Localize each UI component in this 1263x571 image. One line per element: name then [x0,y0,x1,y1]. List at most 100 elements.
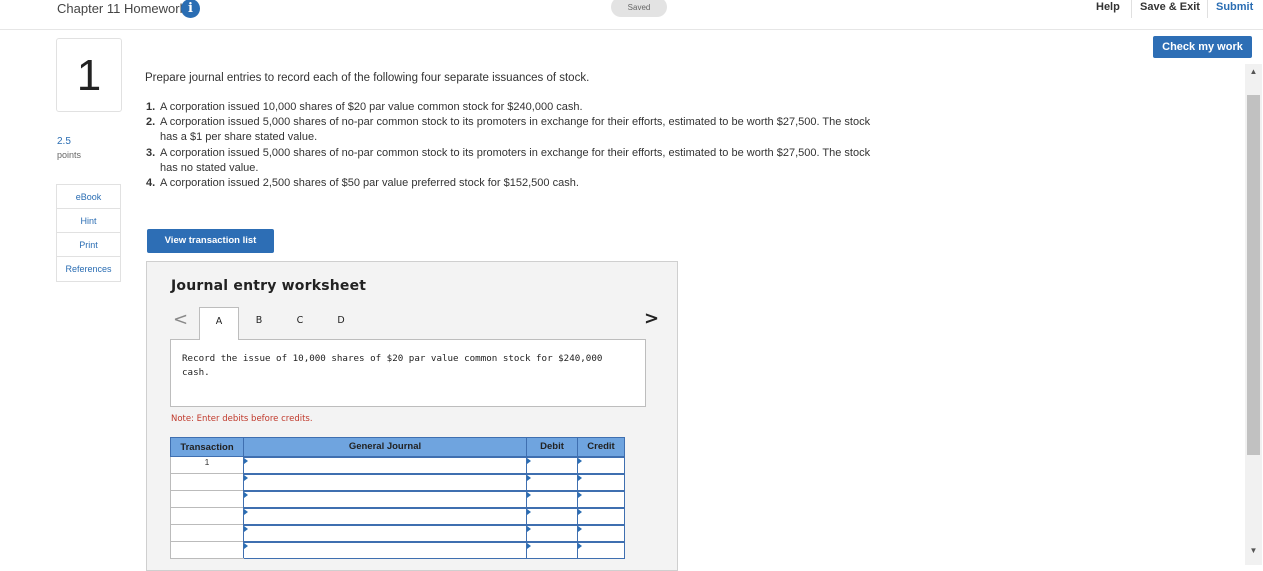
credit-cell[interactable] [577,455,625,474]
transaction-cell [170,490,244,508]
cell-marker-icon [527,491,531,498]
cell-marker-icon [578,525,582,532]
worksheet-note: Note: Enter debits before credits. [171,414,313,424]
item-text: A corporation issued 5,000 shares of no-… [160,116,871,144]
cell-marker-icon [244,508,248,515]
cell-marker-icon [578,474,582,481]
divider [1207,0,1208,18]
item-text: A corporation issued 2,500 shares of $50… [160,177,579,190]
scrollbar-thumb[interactable] [1247,95,1260,455]
assignment-title: Chapter 11 Homework [57,1,187,16]
page-scrollbar[interactable]: ▲ ▼ [1245,64,1262,565]
cell-marker-icon [244,457,248,464]
transaction-cell [170,473,244,491]
cell-marker-icon [578,542,582,549]
worksheet-title: Journal entry worksheet [171,278,367,294]
credit-cell[interactable] [577,523,625,542]
debit-cell[interactable] [526,455,578,474]
check-my-work-button[interactable]: Check my work [1153,36,1252,58]
general-journal-cell[interactable] [243,523,527,542]
ebook-link[interactable]: eBook [57,185,120,209]
item-number: 3. [146,146,156,159]
tab-d[interactable]: D [321,307,361,340]
chevron-left-icon[interactable]: < [173,309,188,330]
help-link[interactable]: Help [1096,1,1120,13]
journal-entry-worksheet: Journal entry worksheet < A B C D > Reco… [146,261,678,571]
transaction-cell [170,524,244,542]
question-prompt: Prepare journal entries to record each o… [145,72,590,84]
cell-marker-icon [527,474,531,481]
column-header-general-journal: General Journal [243,437,527,457]
debit-cell[interactable] [526,472,578,491]
worksheet-instruction: Record the issue of 10,000 shares of $20… [170,339,646,407]
item-number: 4. [146,177,156,190]
credit-cell[interactable] [577,472,625,491]
table-row [170,472,625,491]
general-journal-cell[interactable] [243,472,527,491]
debit-cell[interactable] [526,489,578,508]
cell-marker-icon [244,542,248,549]
table-row [170,540,625,559]
question-number: 1 [56,38,122,112]
references-link[interactable]: References [57,257,120,281]
chevron-right-icon[interactable]: > [644,308,659,329]
save-exit-link[interactable]: Save & Exit [1140,1,1200,13]
points-value: 2.5 [57,136,71,147]
points-label: points [57,150,82,160]
transaction-cell [170,541,244,559]
list-item: 2. A corporation issued 5,000 shares of n… [146,115,886,145]
cell-marker-icon [527,508,531,515]
cell-marker-icon [527,525,531,532]
journal-table: Transaction General Journal Debit Credit… [170,437,625,559]
top-bar: Chapter 11 Homework i Saved Help Save & … [0,0,1263,30]
tab-c[interactable]: C [280,307,320,340]
list-item: 3. A corporation issued 5,000 shares of n… [146,146,886,176]
table-row [170,506,625,525]
info-icon[interactable]: i [181,0,200,18]
transaction-cell [170,507,244,525]
credit-cell[interactable] [577,489,625,508]
instruction-text: Record the issue of 10,000 shares of $20… [182,353,603,378]
scroll-down-icon[interactable]: ▼ [1245,546,1262,558]
general-journal-cell[interactable] [243,506,527,525]
table-header-row: Transaction General Journal Debit Credit [170,437,625,457]
cell-marker-icon [244,491,248,498]
table-row [170,489,625,508]
cell-marker-icon [244,474,248,481]
cell-marker-icon [578,491,582,498]
item-text: A corporation issued 5,000 shares of no-… [160,146,871,174]
item-text: A corporation issued 10,000 shares of $2… [160,101,583,113]
debit-cell[interactable] [526,523,578,542]
debit-cell[interactable] [526,506,578,525]
list-item: 1. A corporation issued 10,000 shares of … [146,100,886,115]
cell-marker-icon [527,457,531,464]
table-row [170,523,625,542]
debit-cell[interactable] [526,540,578,559]
hint-link[interactable]: Hint [57,209,120,233]
print-link[interactable]: Print [57,233,120,257]
tab-a[interactable]: A [199,307,239,340]
credit-cell[interactable] [577,540,625,559]
submit-link[interactable]: Submit [1216,1,1253,13]
tab-b[interactable]: B [239,307,279,340]
general-journal-cell[interactable] [243,455,527,474]
general-journal-cell[interactable] [243,489,527,508]
item-number: 2. [146,116,156,129]
list-item: 4. A corporation issued 2,500 shares of $… [146,176,886,191]
column-header-transaction: Transaction [170,437,244,457]
resource-tool-list: eBook Hint Print References [56,184,121,282]
transaction-cell: 1 [170,456,244,474]
general-journal-cell[interactable] [243,540,527,559]
cell-marker-icon [578,508,582,515]
column-header-debit: Debit [526,437,578,457]
saved-status-badge: Saved [611,0,667,17]
divider [1131,0,1132,18]
cell-marker-icon [578,457,582,464]
cell-marker-icon [244,525,248,532]
credit-cell[interactable] [577,506,625,525]
item-number: 1. [146,101,156,113]
view-transaction-list-button[interactable]: View transaction list [147,229,274,253]
column-header-credit: Credit [577,437,625,457]
cell-marker-icon [527,542,531,549]
scroll-up-icon[interactable]: ▲ [1245,67,1262,79]
